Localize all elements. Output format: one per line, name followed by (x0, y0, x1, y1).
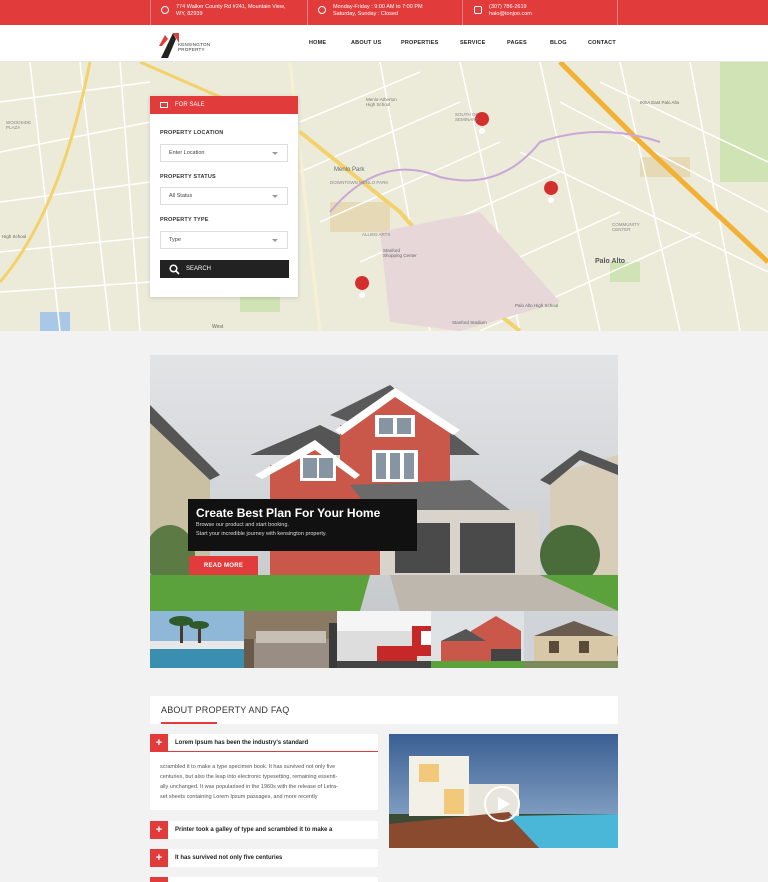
nav-properties[interactable]: PROPERTIES (401, 40, 438, 46)
faq-title[interactable]: It has survived not only five centuries (175, 855, 282, 861)
about-title: ABOUT PROPERTY AND FAQ (161, 705, 290, 715)
faq-title[interactable]: Lorem Ipsum has been the industry's stan… (175, 740, 308, 746)
faq-body: scrambled it to make a type specimen boo… (160, 762, 370, 802)
status-value: All Status (169, 193, 193, 199)
phone-text[interactable]: (307) 786-2619 (489, 4, 532, 11)
faq-body-line: centuries, but also the leap into electr… (160, 774, 338, 780)
faq-body-line: ally unchanged. It was popularised in th… (160, 784, 338, 790)
map-label-menlo-park: Menlo Park (334, 167, 365, 173)
email-text[interactable]: halo@tonjoo.com (489, 11, 532, 18)
thumbnail-bedroom[interactable] (243, 611, 338, 668)
hours-line1: Monday-Friday : 9:00 AM to 7:00 PM (333, 4, 423, 10)
address-line2: WY, 82939 (176, 11, 203, 17)
divider (462, 0, 463, 25)
faq-title[interactable]: Printer took a galley of type and scramb… (175, 827, 332, 833)
property-type-label: PROPERTY TYPE (160, 217, 209, 223)
location-pin-icon (161, 6, 169, 14)
home-icon (160, 102, 168, 108)
chevron-down-icon (272, 152, 278, 155)
clock-icon (318, 6, 326, 14)
map-label-seminary: SOUTH OF SEMINARY (455, 112, 479, 122)
title-underline (161, 722, 217, 724)
site-logo[interactable]: KENSINGTON PROPERTY (159, 29, 219, 59)
map-label-palo-alto: Palo Alto (595, 258, 626, 265)
divider (150, 0, 151, 25)
nav-about-us[interactable]: ABOUT US (351, 40, 381, 46)
address-info: 774 Walker County Rd #241, Mountain View… (161, 4, 285, 18)
read-more-button[interactable]: READ MORE (189, 556, 258, 575)
property-type-select[interactable]: Type (160, 231, 288, 249)
logo-mark-icon (159, 33, 179, 58)
plus-icon[interactable]: + (150, 821, 168, 839)
thumbnail-interior[interactable] (337, 611, 431, 668)
map-label-palo-alto-hs: Palo Alto High School (515, 303, 559, 308)
about-section-header: ABOUT PROPERTY AND FAQ (150, 696, 618, 724)
location-value: Enter Location (169, 150, 205, 156)
divider (168, 751, 378, 752)
property-status-select[interactable]: All Status (160, 187, 288, 205)
property-search-panel: FOR SALE PROPERTY LOCATION Enter Locatio… (150, 96, 298, 297)
faq-item-open[interactable]: + Lorem Ipsum has been the industry's st… (150, 734, 378, 810)
nav-contact[interactable]: CONTACT (588, 40, 616, 46)
address-line1: 774 Walker County Rd #241, Mountain View… (176, 4, 286, 10)
map-label-stanford-stadium: Stanford Stadium (452, 320, 487, 325)
property-location-label: PROPERTY LOCATION (160, 130, 224, 136)
hero-text-line1: Browse our product and start booking. (196, 522, 289, 528)
logo-text: KENSINGTON PROPERTY (178, 42, 210, 52)
map-label-stanford: Stanford Shopping Center (383, 248, 417, 258)
thumbnail-estate[interactable] (524, 611, 618, 668)
faq-body-line: set sheets containing Lorem Ipsum passag… (160, 794, 318, 800)
nav-blog[interactable]: BLOG (550, 40, 567, 46)
search-icon (169, 263, 180, 275)
top-contact-bar: 774 Walker County Rd #241, Mountain View… (0, 0, 768, 25)
phone-icon (474, 6, 482, 14)
map-label-community: COMMUNITY CENTER (612, 222, 640, 232)
thumbnail-pool[interactable] (150, 611, 244, 668)
map-label-downtown: DOWNTOWN MENLO PARK (330, 180, 389, 185)
map-label-menlo-atherton: Menlo-Atherton High School (366, 97, 397, 107)
faq-body-line: scrambled it to make a type specimen boo… (160, 764, 336, 770)
nav-service[interactable]: SERVICE (460, 40, 485, 46)
hero-caption: Create Best Plan For Your Home Browse ou… (188, 499, 417, 551)
play-button-icon[interactable] (484, 786, 520, 822)
faq-item[interactable]: + It has survived not only five centurie… (150, 849, 378, 867)
map-label-high-school: High School (2, 234, 27, 239)
contact-info: (307) 786-2619 halo@tonjoo.com (474, 4, 532, 18)
chevron-down-icon (272, 195, 278, 198)
thumbnail-red-house[interactable] (430, 611, 525, 668)
map-label-woodside: WOODSIDE PLAZA (6, 120, 32, 130)
tab-for-sale[interactable]: FOR SALE (150, 96, 298, 114)
divider (617, 0, 618, 25)
hero-text-line2: Start your incredible journey with kensi… (196, 531, 327, 537)
property-status-label: PROPERTY STATUS (160, 174, 216, 180)
thumbnail-strip (150, 611, 618, 668)
map-label-west: West (212, 324, 224, 330)
faq-item[interactable]: + Printer took a galley of type and scra… (150, 821, 378, 839)
plus-icon[interactable]: + (150, 734, 168, 752)
site-header: KENSINGTON PROPERTY HOME ABOUT US PROPER… (0, 25, 768, 62)
logo-line2: PROPERTY (178, 47, 205, 52)
chevron-down-icon (272, 239, 278, 242)
tab-for-sale-label: FOR SALE (175, 102, 205, 108)
plus-icon[interactable]: + (150, 849, 168, 867)
property-map[interactable]: Palo Alto Menlo Park DOWNTOWN MENLO PARK… (0, 62, 768, 331)
property-location-select[interactable]: Enter Location (160, 144, 288, 162)
plus-icon[interactable] (150, 877, 168, 882)
search-button-label: SEARCH (186, 266, 212, 272)
nav-pages[interactable]: PAGES (507, 40, 527, 46)
hours-line2: Saturday, Sunday : Closed (333, 11, 399, 17)
search-button[interactable]: SEARCH (160, 260, 289, 278)
divider (307, 0, 308, 25)
map-label-ikea: IKEA East Palo Alto (640, 100, 680, 105)
hours-info: Monday-Friday : 9:00 AM to 7:00 PM Saturd… (318, 4, 423, 18)
nav-home[interactable]: HOME (309, 40, 326, 46)
map-label-allied: ALLIED ARTS (362, 232, 391, 237)
faq-item[interactable] (150, 877, 378, 882)
type-value: Type (169, 237, 181, 243)
hero-title: Create Best Plan For Your Home (196, 506, 381, 520)
